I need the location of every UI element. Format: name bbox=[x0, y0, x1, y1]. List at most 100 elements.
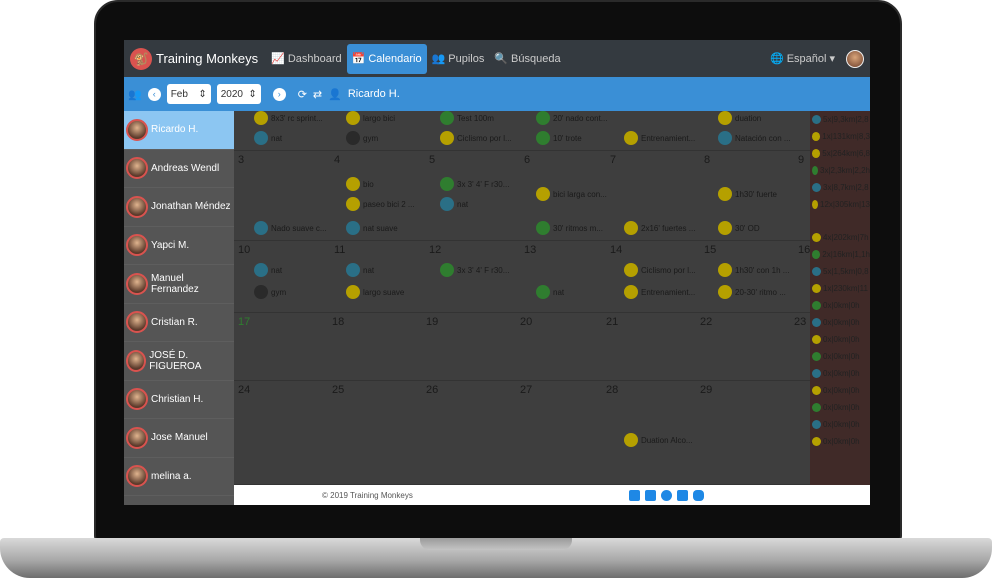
calendar-event[interactable]: 1h30' fuerte bbox=[718, 187, 777, 201]
twitter-icon[interactable] bbox=[677, 489, 688, 501]
calendar-event[interactable]: bio bbox=[346, 177, 374, 191]
year-select[interactable]: 2020 ⇕ bbox=[216, 84, 261, 104]
calendar-event[interactable]: 2x16' fuertes ... bbox=[624, 221, 695, 235]
athlete-name: Andreas Wendl bbox=[151, 162, 220, 174]
brand-name[interactable]: Training Monkeys bbox=[156, 51, 258, 66]
summary-value: 0x|0km|0h bbox=[823, 369, 860, 378]
calendar-event[interactable]: nat bbox=[440, 197, 468, 211]
calendar-event[interactable]: nat suave bbox=[346, 221, 398, 235]
chart-icon: 📈 bbox=[271, 53, 285, 65]
calendar-event[interactable]: largo suave bbox=[346, 285, 404, 299]
calendar-event[interactable]: nat bbox=[346, 263, 374, 277]
calendar-event[interactable]: 1h30' con 1h ... bbox=[718, 263, 789, 277]
calendar-event[interactable]: 30' OD bbox=[718, 221, 760, 235]
bike-icon bbox=[346, 285, 360, 299]
calendar-event[interactable]: Entrenamient... bbox=[624, 285, 695, 299]
athlete-item[interactable]: Christian H. bbox=[124, 381, 234, 419]
day-number: 23 bbox=[794, 316, 807, 328]
globe-icon: 🌐 bbox=[770, 53, 784, 65]
calendar-event[interactable]: Entrenamient... bbox=[624, 131, 695, 145]
summary-row: 0x|0km|0h bbox=[810, 331, 870, 348]
athlete-item[interactable]: Yapci M. bbox=[124, 227, 234, 265]
calendar-event[interactable]: nat bbox=[254, 263, 282, 277]
calendar-event[interactable]: paseo bici 2 ... bbox=[346, 197, 415, 211]
nav-busqueda[interactable]: 🔍 Búsqueda bbox=[489, 44, 565, 74]
summary-value: 0x|0km|0h bbox=[823, 437, 860, 446]
calendar-event[interactable]: bici larga con... bbox=[536, 187, 607, 201]
calendar-event[interactable]: 20' nado cont... bbox=[536, 111, 607, 125]
summary-value: 0x|0km|0h bbox=[823, 352, 860, 361]
calendar-toolbar: 👥 ‹ Feb ⇕ 2020 ⇕ › ⟳ ⇄ 👤 Ricardo H. bbox=[124, 77, 870, 111]
calendar-event[interactable]: duation bbox=[718, 111, 761, 125]
calendar-event[interactable]: nat bbox=[536, 285, 564, 299]
summary-row: 0x|0km|0h bbox=[810, 365, 870, 382]
summary-row: 3x|8,7km|2,8 bbox=[810, 179, 870, 196]
calendar-event[interactable]: Ciclismo por l... bbox=[624, 263, 696, 277]
calendar-event[interactable]: gym bbox=[346, 131, 378, 145]
run-icon bbox=[440, 177, 454, 191]
calendar-event[interactable]: Test 100m bbox=[440, 111, 494, 125]
search-icon: 🔍 bbox=[494, 53, 509, 65]
mail-icon[interactable] bbox=[629, 489, 640, 501]
calendar-event[interactable]: Nado suave c... bbox=[254, 221, 327, 235]
day-number: 11 bbox=[334, 244, 346, 256]
event-label: Natación con ... bbox=[735, 133, 791, 143]
athlete-item[interactable]: melina a. bbox=[124, 458, 234, 496]
prev-month-button[interactable]: ‹ bbox=[147, 87, 161, 101]
athlete-item[interactable]: Manuel Fernandez bbox=[124, 265, 234, 304]
athlete-item[interactable]: JOSÉ D. FIGUEROA bbox=[124, 342, 234, 381]
help-icon[interactable] bbox=[661, 489, 672, 501]
athlete-item[interactable]: Jose Manuel bbox=[124, 419, 234, 458]
athlete-item[interactable]: Cristian R. bbox=[124, 304, 234, 342]
athlete-item[interactable]: Andreas Wendl bbox=[124, 150, 234, 188]
calendar-event[interactable]: 30' ritmos m... bbox=[536, 221, 603, 235]
calendar-event[interactable]: nat bbox=[254, 131, 282, 145]
calendar-event[interactable]: Duation Alco... bbox=[624, 433, 693, 447]
event-label: 3x 3' 4' F r30... bbox=[457, 265, 510, 275]
calendar-event[interactable]: 20-30' ritmo ... bbox=[718, 285, 786, 299]
instagram-icon[interactable] bbox=[693, 489, 704, 501]
athlete-name: Christian H. bbox=[151, 393, 204, 405]
nav-calendario-label: Calendario bbox=[368, 52, 422, 65]
calendar-event[interactable]: 3x 3' 4' F r30... bbox=[440, 177, 509, 191]
swap-icon[interactable]: ⇄ bbox=[313, 88, 322, 101]
gym-icon bbox=[254, 285, 268, 299]
event-label: Ciclismo por l... bbox=[641, 265, 696, 275]
bike-icon bbox=[624, 221, 638, 235]
nav-dashboard[interactable]: 📈 Dashboard bbox=[266, 44, 347, 74]
calendar-event[interactable]: Ciclismo por l... bbox=[440, 131, 512, 145]
calendar-icon: 📅 bbox=[351, 53, 366, 65]
month-select[interactable]: Feb ⇕ bbox=[166, 84, 211, 104]
calendar-event[interactable]: 10' trote bbox=[536, 131, 582, 145]
athlete-name: Yapci M. bbox=[151, 239, 190, 251]
avatar bbox=[126, 465, 148, 488]
nav-pupilos[interactable]: 👥 Pupilos bbox=[427, 44, 490, 74]
language-dropdown[interactable]: 🌐 Español ▾ bbox=[765, 44, 840, 74]
calendar-event[interactable]: gym bbox=[254, 285, 286, 299]
day-number: 17 bbox=[238, 316, 251, 328]
event-label: paseo bici 2 ... bbox=[363, 199, 415, 209]
calendar-event[interactable]: 3x 3' 4' F r30... bbox=[440, 263, 509, 277]
day-number: 5 bbox=[429, 154, 436, 166]
bolt-icon bbox=[718, 111, 732, 125]
swim-icon bbox=[812, 115, 821, 124]
nav-calendario[interactable]: 📅 Calendario bbox=[346, 43, 427, 74]
day-number: 28 bbox=[606, 384, 619, 396]
users-toggle-icon[interactable]: 👥 bbox=[128, 88, 142, 101]
run-icon bbox=[440, 111, 454, 125]
summary-value: 3x|2,3km|2,2h bbox=[820, 166, 870, 175]
user-avatar[interactable] bbox=[846, 49, 864, 68]
athlete-item[interactable]: Jonathan Méndez bbox=[124, 188, 234, 227]
calendar-event[interactable]: 8x3' rc sprint... bbox=[254, 111, 323, 125]
refresh-icon[interactable]: ⟳ bbox=[298, 88, 307, 101]
calendar-event[interactable]: Natación con ... bbox=[718, 131, 791, 145]
bike-icon bbox=[440, 131, 454, 145]
athlete-item[interactable]: Ricardo H. bbox=[124, 111, 234, 150]
chat-icon[interactable] bbox=[645, 489, 656, 501]
calendar-event[interactable]: largo bici bbox=[346, 111, 395, 125]
day-number: 8 bbox=[704, 154, 711, 166]
next-month-button[interactable]: › bbox=[272, 87, 286, 101]
athlete-name: Jonathan Méndez bbox=[151, 201, 231, 213]
summary-row: 0x|0km|0h bbox=[810, 433, 870, 450]
event-label: Entrenamient... bbox=[641, 287, 696, 297]
